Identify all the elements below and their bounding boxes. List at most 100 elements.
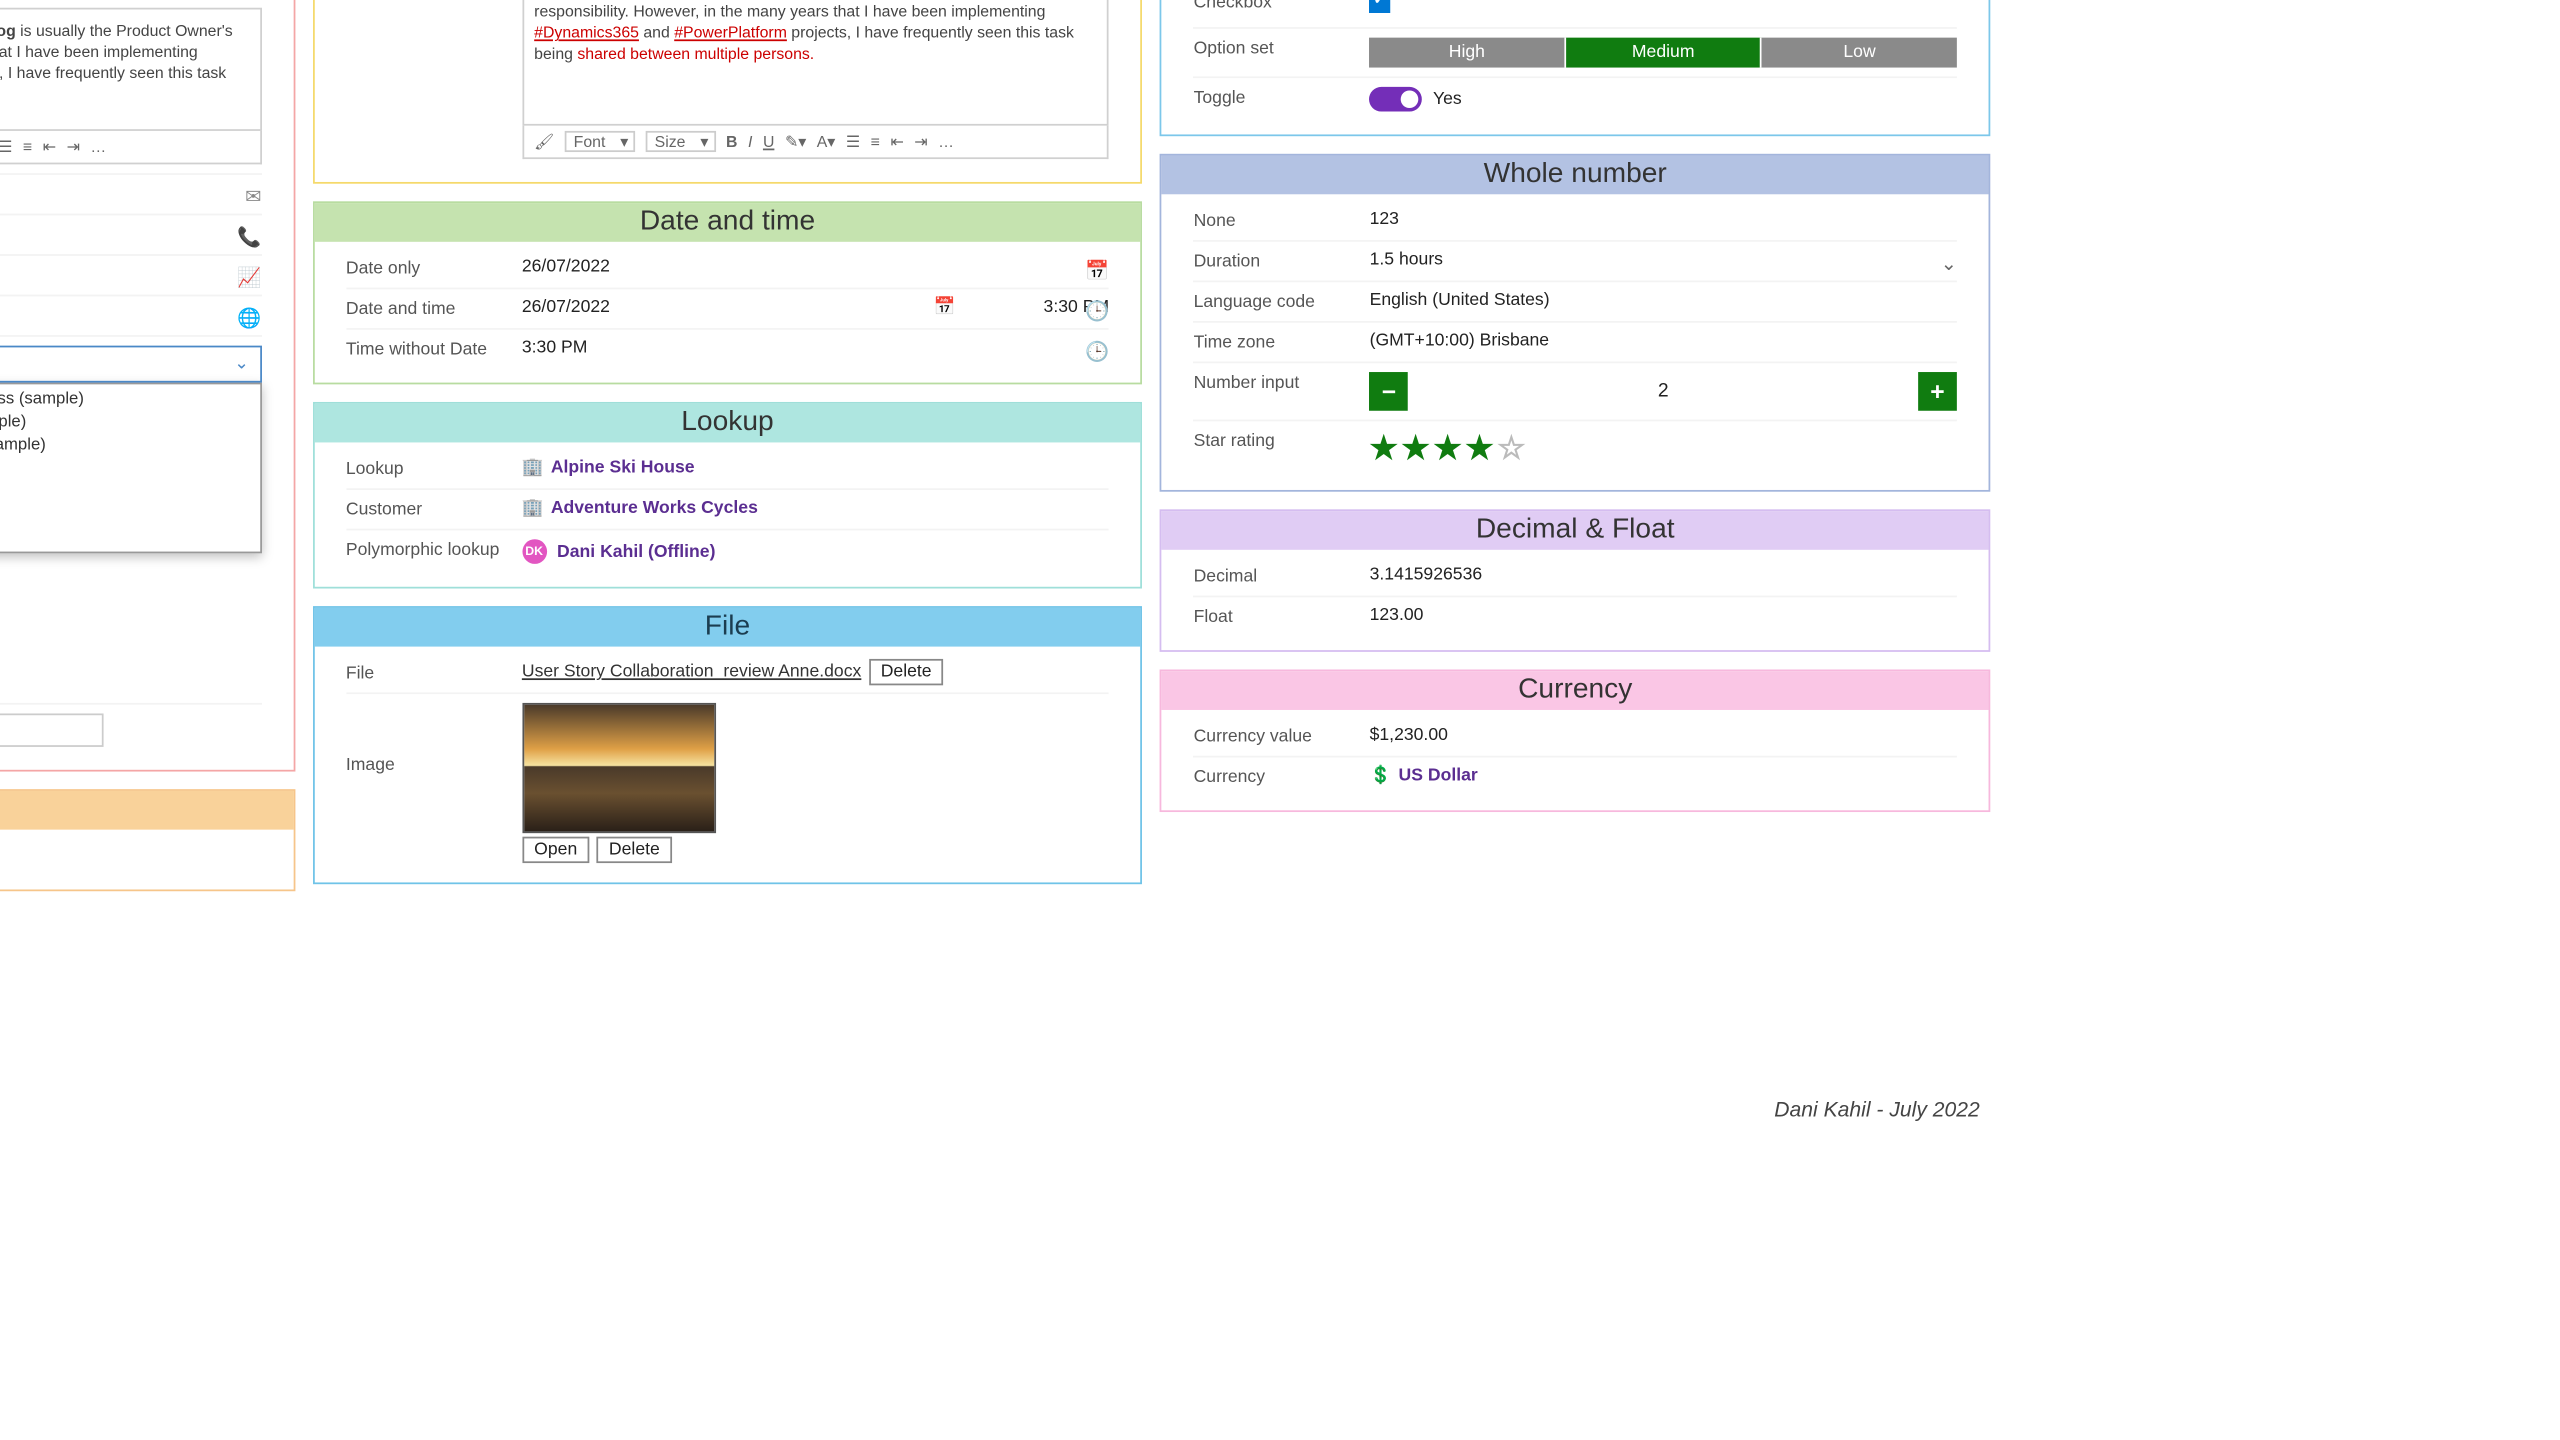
chevron-down-icon[interactable]: ⌄ [1941, 252, 1957, 275]
bullets-icon[interactable]: ☰ [0, 137, 12, 156]
value-language[interactable]: English (United States) [1370, 291, 1957, 310]
pen-signature[interactable]: Dani [0, 562, 261, 664]
label-optionset: Option set [1194, 38, 1363, 59]
card-title: Date and time [314, 203, 1141, 242]
value-float[interactable]: 123.00 [1370, 606, 1957, 625]
increment-button[interactable]: + [1918, 372, 1957, 411]
decrement-button[interactable]: − [1370, 372, 1409, 411]
font-select[interactable]: Font [565, 131, 635, 152]
chart-icon[interactable]: 📈 [237, 266, 261, 289]
delete-button[interactable]: Delete [597, 837, 673, 863]
clock-icon[interactable]: 🕒 [1085, 340, 1109, 363]
card-currency: Currency Currency value$1,230.00 Currenc… [1160, 669, 1990, 812]
toggle-text: Yes [1433, 90, 1462, 109]
outdent-icon[interactable]: ⇤ [890, 132, 903, 151]
value-timezone[interactable]: (GMT+10:00) Brisbane [1370, 332, 1957, 351]
star-rating[interactable]: ★★★★☆ [1370, 430, 1957, 467]
highlight-icon[interactable]: ✎▾ [785, 132, 806, 151]
option-low[interactable]: Low [1762, 38, 1957, 68]
indent-icon[interactable]: ⇥ [67, 137, 80, 156]
currency-lookup[interactable]: US Dollar [1370, 766, 1478, 785]
label-timezone: Time zone [1194, 332, 1363, 353]
file-link[interactable]: User Story Collaboration_review Anne.doc… [522, 662, 861, 681]
image-thumbnail[interactable] [522, 703, 716, 833]
autocomplete-option[interactable]: CRM Online: Professional (sample) [0, 479, 260, 502]
color-hex-input[interactable]: #a57aeb [0, 713, 104, 746]
rte-toolbar: 🖌 Font Size B I U ✎▾ A▾ ☰ ≡ ⇤ [0, 131, 261, 164]
autocomplete-option[interactable]: CRM Online: Enterprise (sample) [0, 502, 260, 525]
option-high[interactable]: High [1370, 38, 1566, 68]
toggle-switch[interactable] [1370, 87, 1423, 112]
clock-icon[interactable]: 🕒 [1085, 300, 1109, 323]
optionset[interactable]: HighMediumLow [1370, 38, 1957, 68]
bold-icon[interactable]: B [726, 133, 737, 151]
polymorphic-value[interactable]: DKDani Kahil (Offline) [522, 539, 716, 564]
email-icon[interactable]: ✉ [245, 185, 261, 208]
value-url[interactable]: https://powerplatform.microsoft.com [0, 305, 261, 324]
card-autonumber: Autonumber Autonumber2022-1000-Q2Y7 [0, 789, 295, 891]
label-image: Image [346, 703, 515, 775]
open-button[interactable]: Open [522, 837, 590, 863]
value-decimal[interactable]: 3.1415926536 [1370, 566, 1957, 585]
lookup-value[interactable]: Alpine Ski House [522, 458, 695, 477]
bullets-icon[interactable]: ☰ [846, 132, 860, 151]
value-currency[interactable]: $1,230.00 [1370, 726, 1957, 745]
calendar-icon[interactable]: 📅 [1085, 259, 1109, 282]
autocomplete-option[interactable]: CRM Service (sample) [0, 457, 260, 480]
value-none[interactable]: 123 [1370, 210, 1957, 229]
calendar-icon[interactable]: 📅 [934, 298, 956, 317]
card-single-line-text: Single line of text TextPlanning a Power… [0, 0, 295, 772]
label-numberinput: Number input [1194, 372, 1363, 393]
value-autonumber: 2022-1000-Q2Y7 [0, 845, 261, 864]
label-duration: Duration [1194, 251, 1363, 272]
phone-icon[interactable]: 📞 [237, 226, 261, 249]
card-decimal-float: Decimal & Float Decimal3.1415926536 Floa… [1160, 509, 1990, 652]
autocomplete-option[interactable]: Office 365 and CRM Online: Midsize (samp… [0, 411, 260, 434]
rte-toolbar: 🖌 Font Size BIU ✎▾ A▾ ☰ ≡ ⇤ ⇥ … [522, 126, 1109, 159]
label-customer: Customer [346, 499, 515, 520]
numbers-icon[interactable]: ≡ [871, 133, 880, 151]
autocomplete-option[interactable]: Office 365 and CRM Online: Small Busines… [0, 388, 260, 411]
value-email[interactable]: dani.kahil@kahilconsulting.com [0, 184, 261, 203]
numbers-icon[interactable]: ≡ [23, 138, 32, 156]
richtext-editor[interactable]: Adding requirements to your Product Back… [522, 0, 1109, 126]
value-phone[interactable]: 0444 555 666 [0, 224, 261, 243]
value-date[interactable]: 26/07/2022 [522, 298, 610, 317]
label-star: Star rating [1194, 430, 1363, 451]
underline-icon[interactable]: U [763, 133, 774, 151]
richtext-editor[interactable]: Adding requirements to your Product Back… [0, 8, 261, 131]
italic-icon[interactable]: I [748, 133, 752, 151]
more-icon[interactable]: … [938, 133, 954, 151]
value-timeonly[interactable]: 3:30 PM [522, 339, 1109, 358]
outdent-icon[interactable]: ⇤ [43, 137, 56, 156]
customer-value[interactable]: Adventure Works Cycles [522, 499, 758, 518]
value-duration[interactable]: 1.5 hours [1370, 251, 1957, 270]
label-toggle: Toggle [1194, 87, 1363, 108]
label-language: Language code [1194, 291, 1363, 312]
autocomplete-option[interactable]: CRM Online: Standard (sample) [0, 525, 260, 548]
value-ticker[interactable]: MSFT [0, 265, 261, 284]
indent-icon[interactable]: ⇥ [914, 132, 927, 151]
globe-icon[interactable]: 🌐 [237, 307, 261, 330]
card-title: Autonumber [0, 791, 293, 830]
card-multiple-lines: Multiple lines of text TextAdding requir… [312, 0, 1142, 184]
checkbox-input[interactable] [1370, 0, 1391, 13]
delete-button[interactable]: Delete [868, 659, 944, 685]
label-currency-value: Currency value [1194, 726, 1363, 747]
autocomplete-input[interactable]: CRM [0, 346, 261, 383]
card-title: Lookup [314, 404, 1141, 443]
footer-credit: Dani Kahil - July 2022 [1774, 1097, 1979, 1122]
value-dateonly[interactable]: 26/07/2022 [522, 258, 1109, 277]
label-timeonly: Time without Date [346, 339, 515, 360]
paint-icon[interactable]: 🖌 [534, 132, 554, 151]
card-choice: Choice ChoicePhone Multiple choicesNew, … [1160, 0, 1990, 136]
label-dateonly: Date only [346, 258, 515, 279]
fontcolor-icon[interactable]: A▾ [817, 132, 836, 151]
more-icon[interactable]: … [90, 138, 106, 156]
option-medium[interactable]: Medium [1566, 38, 1762, 68]
label-checkbox: Checkbox [1194, 0, 1363, 13]
label-float: Float [1194, 606, 1363, 627]
size-select[interactable]: Size [646, 131, 716, 152]
autocomplete-option[interactable]: Office 365 and CRM Online: Enterprise (s… [0, 434, 260, 457]
number-value[interactable]: 2 [1408, 381, 1918, 402]
